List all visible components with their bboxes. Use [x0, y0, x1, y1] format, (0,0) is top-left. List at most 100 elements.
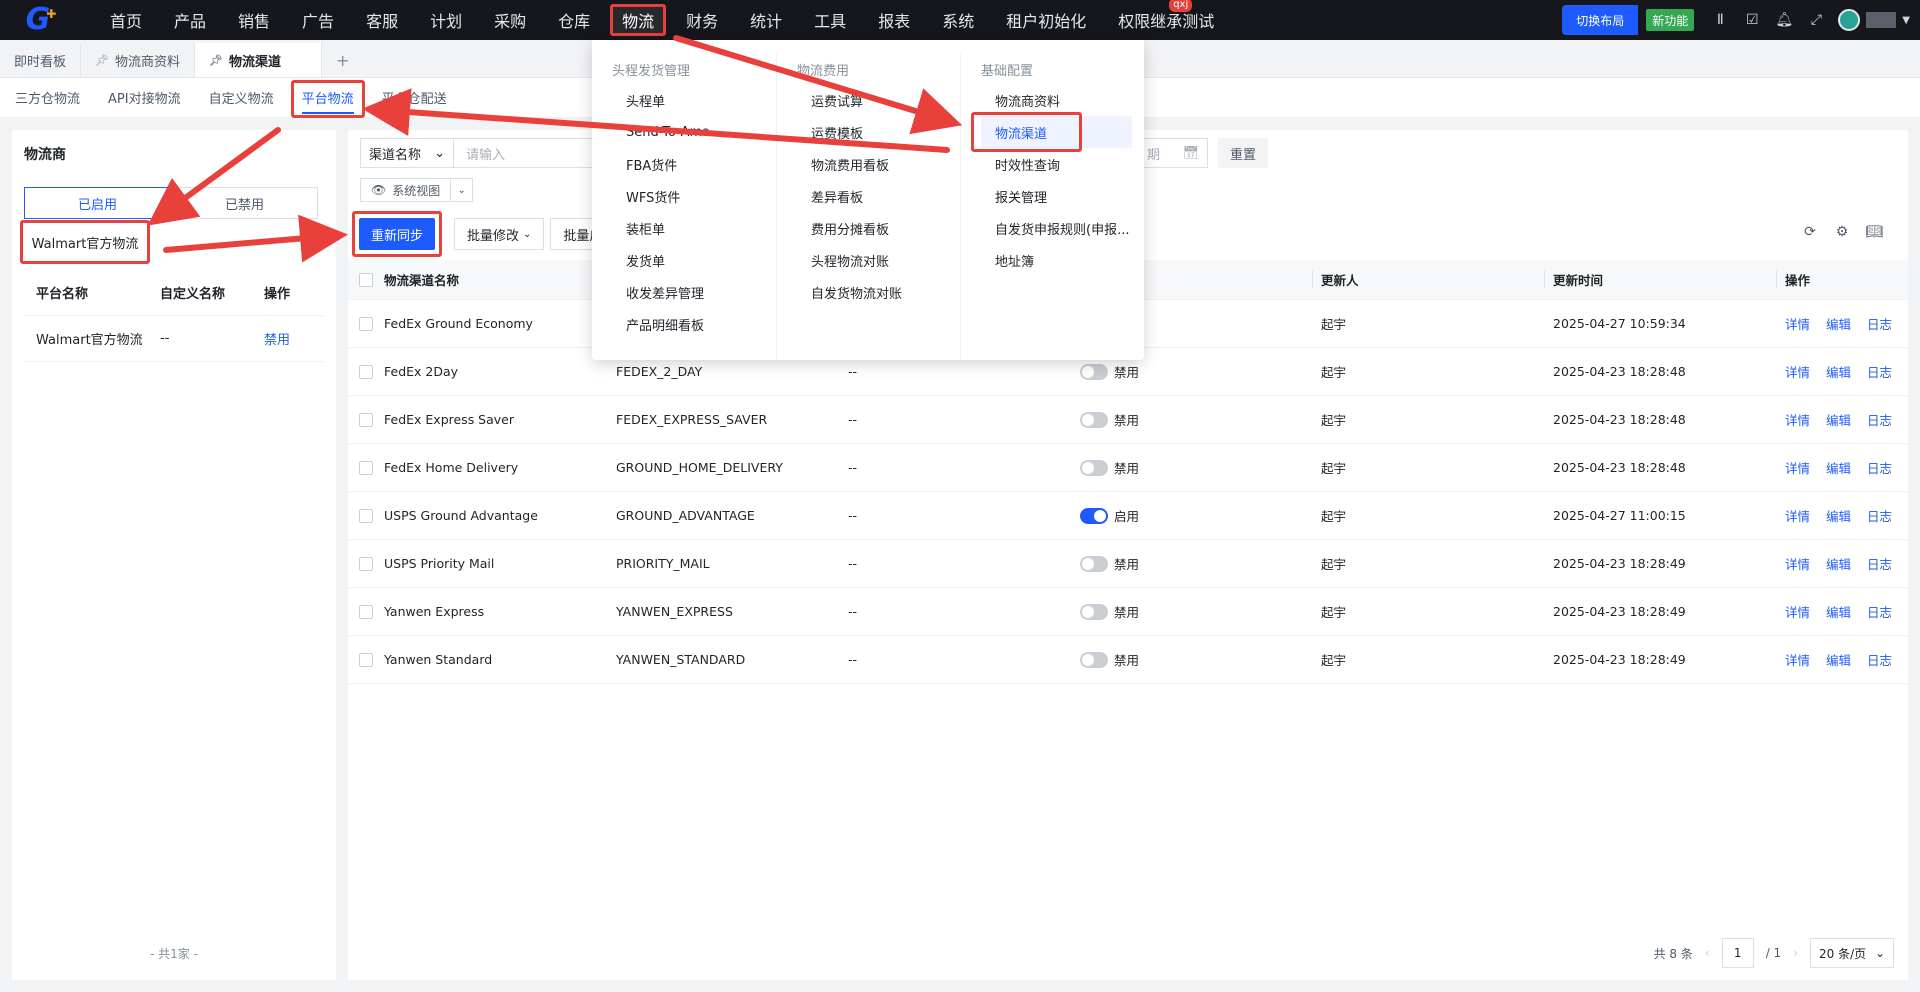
- log-link[interactable]: 日志: [1867, 410, 1892, 429]
- nav-item[interactable]: 首页: [94, 0, 158, 40]
- log-link[interactable]: 日志: [1867, 602, 1892, 621]
- filter-input[interactable]: 请输入: [454, 138, 594, 168]
- detail-link[interactable]: 详情: [1785, 458, 1810, 477]
- detail-link[interactable]: 详情: [1785, 650, 1810, 669]
- edit-link[interactable]: 编辑: [1826, 650, 1851, 669]
- table-row[interactable]: USPS Ground Advantage GROUND_ADVANTAGE -- 启…: [348, 492, 1908, 540]
- sub-tab[interactable]: 平台仓配送: [369, 78, 460, 118]
- log-link[interactable]: 日志: [1867, 554, 1892, 573]
- selected-carrier[interactable]: Walmart官方物流: [20, 220, 150, 264]
- status-toggle[interactable]: [1080, 411, 1108, 428]
- table-row[interactable]: FedEx Home Delivery GROUND_HOME_DELIVERY -…: [348, 444, 1908, 492]
- nav-item[interactable]: 租户初始化: [990, 0, 1102, 40]
- menu-item[interactable]: 物流费用看板: [797, 148, 960, 180]
- select-all-checkbox[interactable]: [359, 272, 373, 287]
- nav-item[interactable]: 客服: [350, 0, 414, 40]
- row-checkbox[interactable]: [359, 316, 373, 331]
- sub-tab[interactable]: 平台物流: [289, 78, 367, 118]
- edit-link[interactable]: 编辑: [1826, 506, 1851, 525]
- menu-item[interactable]: WFS货件: [612, 180, 776, 212]
- menu-item[interactable]: 物流渠道: [971, 112, 1132, 152]
- nav-item[interactable]: 报表: [862, 0, 926, 40]
- switch-layout-button[interactable]: 切换布局: [1562, 5, 1639, 35]
- edit-link[interactable]: 编辑: [1826, 362, 1851, 381]
- sub-tab[interactable]: 自定义物流: [196, 78, 287, 118]
- row-checkbox[interactable]: [359, 652, 373, 667]
- row-checkbox[interactable]: [359, 604, 373, 619]
- chevron-down-icon[interactable]: ⌄: [451, 178, 474, 202]
- filter-field-select[interactable]: 渠道名称 ⌄: [360, 138, 454, 168]
- refresh-icon[interactable]: ⟳: [1794, 224, 1826, 240]
- detail-link[interactable]: 详情: [1785, 314, 1810, 333]
- chevron-down-icon[interactable]: ▼: [1902, 15, 1910, 26]
- task-check-icon[interactable]: ☑: [1736, 12, 1768, 28]
- disable-carrier-link[interactable]: 禁用: [264, 329, 324, 348]
- nav-item[interactable]: 产品: [158, 0, 222, 40]
- row-checkbox[interactable]: [359, 364, 373, 379]
- fullscreen-icon[interactable]: ⤢: [1800, 12, 1832, 28]
- book-icon[interactable]: 📖︎: [1858, 224, 1890, 240]
- resync-button[interactable]: 重新同步: [359, 218, 436, 250]
- edit-link[interactable]: 编辑: [1826, 602, 1851, 621]
- menu-item[interactable]: 运费模板: [797, 116, 960, 148]
- row-checkbox[interactable]: [359, 412, 373, 427]
- nav-item[interactable]: 仓库: [542, 0, 606, 40]
- logo[interactable]: G ✚: [14, 0, 68, 40]
- table-row[interactable]: Yanwen Standard YANWEN_STANDARD -- 禁用 起宇 2025…: [348, 636, 1908, 684]
- status-toggle[interactable]: [1080, 555, 1108, 572]
- next-page-icon[interactable]: ›: [1793, 946, 1798, 960]
- nav-item[interactable]: 权限继承测试 qxj: [1102, 0, 1230, 40]
- carrier-row[interactable]: Walmart官方物流 -- 禁用: [24, 316, 324, 362]
- system-view-button[interactable]: 👁︎ 系统视图: [360, 178, 452, 202]
- menu-item[interactable]: 发货单: [612, 244, 776, 276]
- sub-tab[interactable]: API对接物流: [95, 78, 194, 118]
- page-tab-logistics-channel[interactable]: 📌︎ 物流渠道: [195, 43, 322, 77]
- page-tab-carrier-info[interactable]: 📌︎ 物流商资料: [81, 43, 195, 77]
- page-input[interactable]: 1: [1721, 938, 1754, 968]
- log-link[interactable]: 日志: [1867, 362, 1892, 381]
- detail-link[interactable]: 详情: [1785, 362, 1810, 381]
- menu-item[interactable]: 差异看板: [797, 180, 960, 212]
- edit-link[interactable]: 编辑: [1826, 554, 1851, 573]
- log-link[interactable]: 日志: [1867, 506, 1892, 525]
- menu-item[interactable]: 装柜单: [612, 212, 776, 244]
- status-toggle[interactable]: [1080, 651, 1108, 668]
- menu-item[interactable]: 时效性查询: [981, 148, 1144, 180]
- menu-item[interactable]: 运费试算: [797, 84, 960, 116]
- log-link[interactable]: 日志: [1867, 650, 1892, 669]
- nav-item[interactable]: 物流: [606, 0, 670, 40]
- edit-link[interactable]: 编辑: [1826, 410, 1851, 429]
- segment-disabled[interactable]: 已禁用: [171, 187, 318, 219]
- log-link[interactable]: 日志: [1867, 314, 1892, 333]
- prev-page-icon[interactable]: ‹: [1705, 946, 1710, 960]
- nav-item[interactable]: 计划: [414, 0, 478, 40]
- menu-item[interactable]: 产品明细看板: [612, 308, 776, 340]
- row-checkbox[interactable]: [359, 508, 373, 523]
- row-checkbox[interactable]: [359, 556, 373, 571]
- status-toggle[interactable]: [1080, 507, 1108, 524]
- user-name-placeholder[interactable]: [1866, 12, 1897, 28]
- row-checkbox[interactable]: [359, 460, 373, 475]
- detail-link[interactable]: 详情: [1785, 602, 1810, 621]
- status-toggle[interactable]: [1080, 459, 1108, 476]
- batch-edit-button[interactable]: 批量修改 ⌄: [454, 218, 545, 250]
- menu-item[interactable]: 自发货物流对账: [797, 276, 960, 308]
- avatar[interactable]: [1838, 9, 1861, 31]
- menu-item[interactable]: 费用分摊看板: [797, 212, 960, 244]
- page-tab-dashboard[interactable]: 即时看板: [0, 43, 82, 77]
- menu-item[interactable]: Send-To-Ama...: [612, 116, 776, 148]
- menu-item[interactable]: 头程物流对账: [797, 244, 960, 276]
- nav-item[interactable]: 系统: [926, 0, 990, 40]
- settings-icon[interactable]: ⚙: [1826, 224, 1858, 240]
- table-row[interactable]: FedEx Express Saver FEDEX_EXPRESS_SAVER --…: [348, 396, 1908, 444]
- menu-item[interactable]: 收发差异管理: [612, 276, 776, 308]
- status-toggle[interactable]: [1080, 603, 1108, 620]
- table-row[interactable]: USPS Priority Mail PRIORITY_MAIL -- 禁用 起宇 202…: [348, 540, 1908, 588]
- log-link[interactable]: 日志: [1867, 458, 1892, 477]
- detail-link[interactable]: 详情: [1785, 410, 1810, 429]
- table-row[interactable]: Yanwen Express YANWEN_EXPRESS -- 禁用 起宇 2025-0…: [348, 588, 1908, 636]
- pause-icon[interactable]: Ⅱ: [1704, 12, 1736, 28]
- menu-item[interactable]: 头程单: [612, 84, 776, 116]
- menu-item[interactable]: 地址簿: [981, 244, 1144, 276]
- nav-item[interactable]: 统计: [734, 0, 798, 40]
